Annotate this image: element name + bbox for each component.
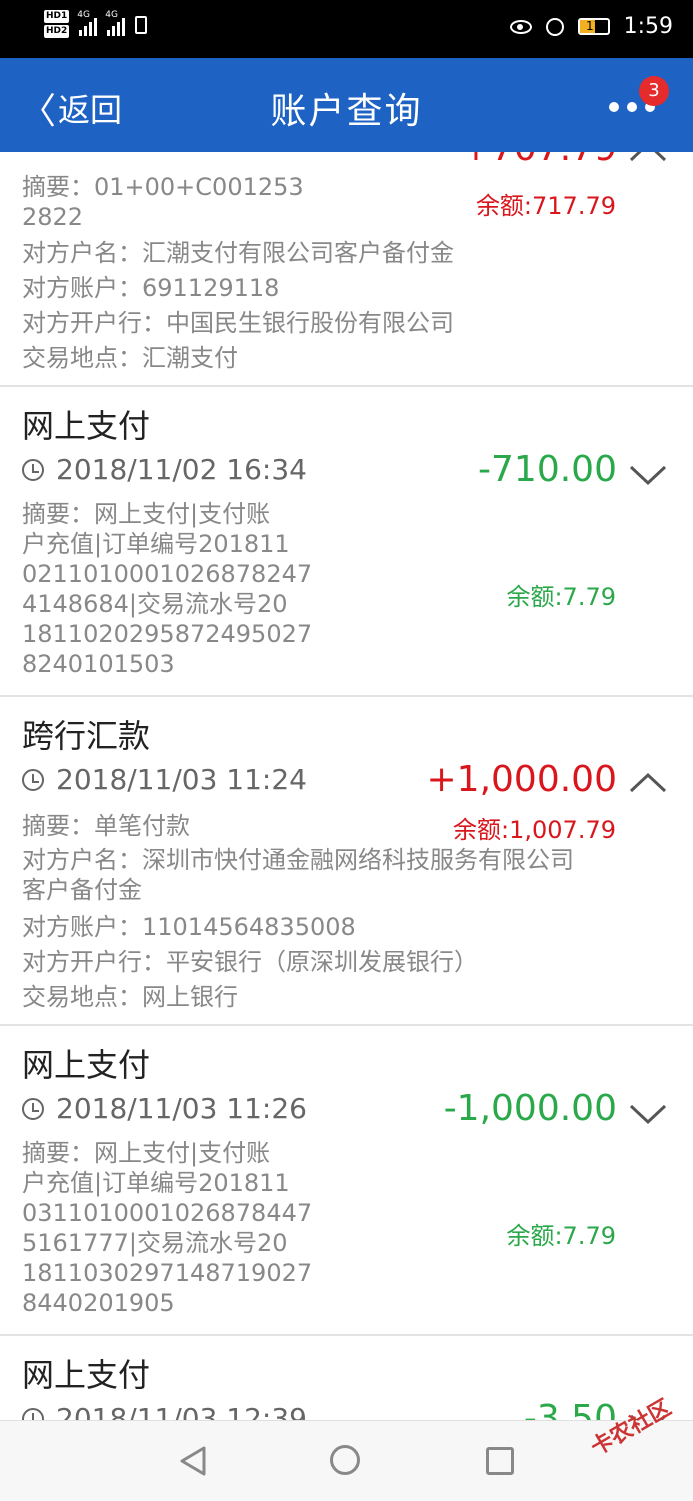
signal-icon-1: 4G xyxy=(77,10,98,36)
hd-icon: HD1 HD2 xyxy=(44,10,70,38)
summary-cont: 2822 xyxy=(22,203,84,231)
chevron-down-icon[interactable] xyxy=(627,1092,669,1134)
transaction-item[interactable]: 跨行汇款 2018/11/03 11:24 +1,000.00 摘要：单笔付款 … xyxy=(0,697,693,1026)
transaction-time: 2018/11/03 11:26 xyxy=(22,1092,307,1125)
summary-line: 8440201905 xyxy=(22,1289,175,1317)
balance: 余额:717.79 xyxy=(475,192,616,220)
transaction-title: 网上支付 xyxy=(22,1046,151,1084)
balance: 余额:1,007.79 xyxy=(453,816,616,844)
transaction-item[interactable]: 网上支付 2018/11/03 12:39 -3.50 xyxy=(0,1336,693,1420)
battery-level: 17 xyxy=(585,19,602,33)
app-bar: 〈 返回 账户查询 3 xyxy=(0,58,693,152)
chevron-up-icon[interactable] xyxy=(627,152,669,174)
alarm-icon xyxy=(545,17,564,36)
summary-line: 8240101503 xyxy=(22,650,175,678)
counterparty-name-cont: 客户备付金 xyxy=(22,876,142,904)
nav-back-icon[interactable] xyxy=(178,1445,208,1477)
clock-icon xyxy=(22,1407,44,1420)
eye-comfort-icon xyxy=(509,19,532,34)
counterparty-bank: 对方开户行：中国民生银行股份有限公司 xyxy=(22,309,454,337)
clock-icon xyxy=(22,458,44,481)
notification-badge: 3 xyxy=(639,76,669,106)
transaction-time: 2018/11/03 11:24 xyxy=(22,763,307,796)
transaction-title: 网上支付 xyxy=(22,407,151,445)
transaction-time: 2018/11/03 12:39 xyxy=(22,1402,307,1420)
chevron-up-icon[interactable] xyxy=(627,763,669,805)
amount: +707.79 xyxy=(461,152,617,169)
transaction-title: 跨行汇款 xyxy=(22,717,151,755)
chevron-down-icon[interactable] xyxy=(627,453,669,495)
transaction-list[interactable]: +707.79 摘要：01+00+C001253 2822 余额:717.79 … xyxy=(0,152,693,1420)
amount: -710.00 xyxy=(478,449,617,490)
clock-icon xyxy=(22,768,44,791)
balance: 余额:7.79 xyxy=(506,583,616,611)
transaction-time: 2018/11/02 16:34 xyxy=(22,453,307,486)
counterparty-account: 对方账户：691129118 xyxy=(22,274,280,302)
amount: +1,000.00 xyxy=(426,759,617,800)
balance: 余额:7.79 xyxy=(506,1222,616,1250)
status-right: 17 1:59 xyxy=(509,14,673,39)
transaction-item[interactable]: 网上支付 2018/11/03 11:26 -1,000.00 余额:7.79 … xyxy=(0,1026,693,1336)
location: 交易地点：汇潮支付 xyxy=(22,344,238,372)
counterparty-bank: 对方开户行：平安银行（原深圳发展银行） xyxy=(22,948,478,976)
clock-icon xyxy=(22,1097,44,1120)
amount: -3.50 xyxy=(523,1398,617,1420)
transaction-item-partial[interactable]: +707.79 摘要：01+00+C001253 2822 余额:717.79 … xyxy=(0,152,693,387)
transaction-title: 网上支付 xyxy=(22,1356,151,1394)
page-title: 账户查询 xyxy=(270,91,423,132)
amount: -1,000.00 xyxy=(443,1088,617,1129)
nav-home-icon[interactable] xyxy=(330,1445,360,1475)
status-bar: HD1 HD2 4G 4G 17 1:59 xyxy=(0,0,693,58)
status-left: HD1 HD2 4G 4G xyxy=(44,10,148,40)
location: 交易地点：网上银行 xyxy=(22,983,238,1011)
signal-icon-2: 4G xyxy=(105,10,126,36)
summary: 摘要：单笔付款 xyxy=(22,812,190,840)
sim-icon xyxy=(135,16,148,34)
transaction-item[interactable]: 网上支付 2018/11/02 16:34 -710.00 余额:7.79 摘要… xyxy=(0,387,693,697)
counterparty-account: 对方账户：11014564835008 xyxy=(22,913,356,941)
battery-icon: 17 xyxy=(577,18,610,35)
nav-recents-icon[interactable] xyxy=(486,1447,514,1475)
counterparty-name: 对方户名：汇潮支付有限公司客户备付金 xyxy=(22,239,454,267)
status-time: 1:59 xyxy=(623,14,673,39)
